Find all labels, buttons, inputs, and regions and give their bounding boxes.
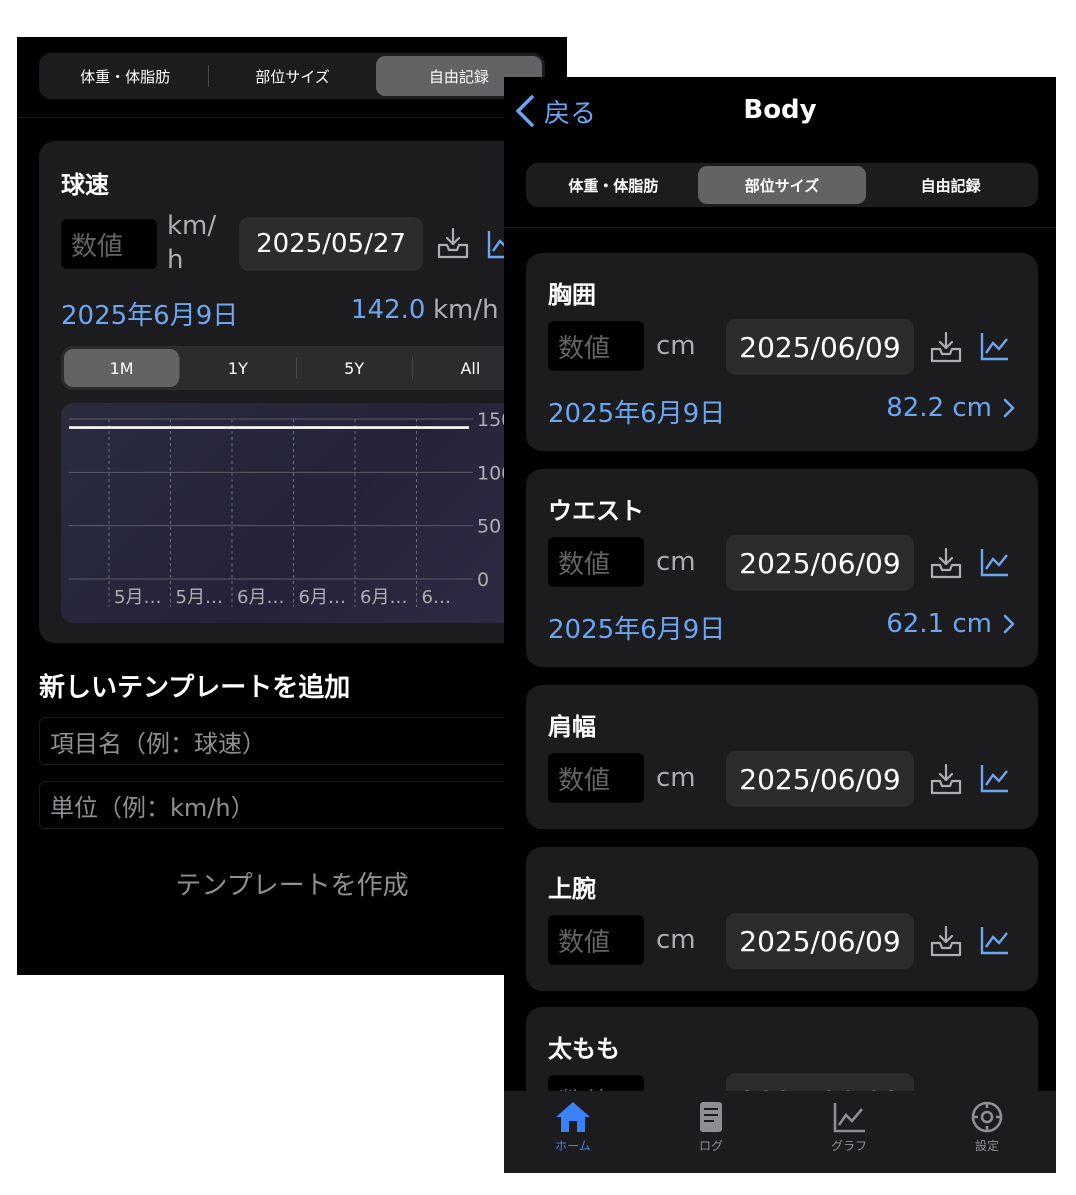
category-segmented-control: 体重・体脂肪 部位サイズ 自由記録 (39, 53, 545, 99)
chart-icon[interactable] (978, 923, 1012, 957)
value-input[interactable]: 数値 (61, 219, 157, 269)
x-tick-label: 6月… (237, 587, 284, 608)
record-card-ball-speed: 球速 数値 km/ h 2025/05/27 2025年6月9日 142.0 k… (39, 141, 567, 643)
chevron-right-icon (1003, 398, 1015, 418)
latest-value-row[interactable]: 62.1 cm (886, 609, 1016, 639)
range-1m[interactable]: 1M (64, 349, 180, 387)
unit-label: cm (656, 331, 696, 361)
x-tick-label: 5月… (176, 587, 223, 608)
latest-date: 2025年6月9日 (548, 399, 726, 429)
create-template-button[interactable]: テンプレートを作成 (17, 865, 567, 902)
category-segmented-control: 体重・体脂肪 部位サイズ 自由記録 (526, 163, 1038, 207)
divider (17, 117, 567, 118)
log-icon (700, 1102, 722, 1132)
value-input[interactable]: 数値 (548, 915, 644, 965)
card-title: 上腕 (548, 875, 596, 903)
date-picker[interactable]: 2025/06/09 (726, 319, 914, 375)
value-input[interactable]: 数値 (548, 321, 644, 371)
latest-unit: km/h (433, 295, 499, 325)
tab-body-size[interactable]: 部位サイズ (209, 56, 375, 96)
latest-date: 2025年6月9日 (548, 615, 726, 645)
value-input[interactable]: 数値 (548, 537, 644, 587)
card-title: ウエスト (548, 497, 644, 525)
template-section-title: 新しいテンプレートを追加 (39, 673, 351, 703)
unit-label: cm (656, 925, 696, 955)
tabbar-log[interactable]: ログ (642, 1091, 780, 1173)
unit-label-line2: h (167, 245, 184, 275)
chart-icon[interactable] (978, 545, 1012, 579)
card-title: 胸囲 (548, 281, 596, 309)
unit-label: cm (656, 547, 696, 577)
chart-icon[interactable] (978, 329, 1012, 363)
inbox-download-icon[interactable] (928, 923, 964, 959)
inbox-download-icon[interactable] (928, 545, 964, 581)
size-card-upper-arm: 上腕 数値 cm 2025/06/09 (526, 847, 1038, 991)
y-tick-label: 50 (477, 516, 501, 538)
range-1y[interactable]: 1Y (180, 349, 295, 387)
inbox-download-icon[interactable] (928, 329, 964, 365)
tabbar-label: ホーム (555, 1139, 591, 1153)
bottom-tab-bar: ホーム ログ グラフ 設定 (504, 1091, 1056, 1173)
latest-value: 62.1 cm (886, 609, 992, 639)
right-screen: 戻る Body 体重・体脂肪 部位サイズ 自由記録 胸囲 数値 cm 2025/… (504, 77, 1056, 1173)
home-icon (556, 1102, 590, 1132)
x-tick-label: 6… (422, 587, 451, 608)
x-tick-label: 6月… (360, 587, 407, 608)
tabbar-settings[interactable]: 設定 (918, 1091, 1056, 1173)
chart-icon[interactable] (978, 761, 1012, 795)
tab-free-record[interactable]: 自由記録 (866, 166, 1035, 204)
latest-date: 2025年6月9日 (61, 301, 239, 331)
range-segmented-control: 1M 1Y 5Y All (61, 346, 531, 390)
divider (504, 227, 1056, 228)
x-tick-label: 5月… (114, 587, 161, 608)
left-screen: 体重・体脂肪 部位サイズ 自由記録 球速 数値 km/ h 2025/05/27… (17, 37, 567, 975)
x-tick-label: 6月… (299, 587, 346, 608)
tab-body-size[interactable]: 部位サイズ (697, 166, 867, 204)
tab-weight-bodyfat[interactable]: 体重・体脂肪 (529, 166, 698, 204)
inbox-download-icon[interactable] (928, 761, 964, 797)
graph-icon (833, 1103, 865, 1133)
date-picker[interactable]: 2025/06/09 (726, 913, 914, 969)
tabbar-label: ログ (698, 1139, 723, 1153)
unit-label-line1: km/ (167, 211, 217, 241)
template-name-input[interactable]: 項目名（例：球速） (39, 717, 559, 765)
tabbar-home[interactable]: ホーム (504, 1091, 642, 1173)
card-title: 肩幅 (548, 713, 596, 741)
tab-weight-bodyfat[interactable]: 体重・体脂肪 (42, 56, 208, 96)
unit-label: cm (656, 763, 696, 793)
page-title: Body (743, 95, 817, 125)
chevron-right-icon (1003, 614, 1015, 634)
value-input[interactable]: 数値 (548, 753, 644, 803)
card-title: 球速 (61, 171, 109, 199)
tabbar-label: 設定 (974, 1139, 999, 1153)
template-unit-input[interactable]: 単位（例：km/h） (39, 781, 559, 829)
y-tick-label: 0 (477, 569, 489, 591)
date-picker[interactable]: 2025/05/27 (239, 217, 423, 271)
line-chart: 150 100 50 0 5月… 5月… 6月… 6月… 6月… 6… (61, 403, 531, 623)
size-card-chest: 胸囲 数値 cm 2025/06/09 2025年6月9日 82.2 cm (526, 253, 1038, 451)
latest-value-row[interactable]: 82.2 cm (886, 393, 1016, 423)
date-picker[interactable]: 2025/06/09 (726, 751, 914, 807)
size-card-waist: ウエスト 数値 cm 2025/06/09 2025年6月9日 62.1 cm (526, 469, 1038, 667)
date-picker[interactable]: 2025/06/09 (726, 535, 914, 591)
chart-canvas: 1501005005月… 5月… 6月… 6月… 6月… 6… (69, 409, 513, 608)
range-5y[interactable]: 5Y (297, 349, 412, 387)
latest-value: 142.0 (351, 295, 426, 325)
settings-icon (971, 1101, 1003, 1133)
tabbar-graph[interactable]: グラフ (780, 1091, 918, 1173)
inbox-download-icon[interactable] (435, 225, 471, 261)
size-card-shoulder: 肩幅 数値 cm 2025/06/09 (526, 685, 1038, 829)
latest-value: 82.2 cm (886, 393, 992, 423)
tabbar-label: グラフ (830, 1139, 867, 1153)
card-title: 太もも (548, 1035, 620, 1063)
